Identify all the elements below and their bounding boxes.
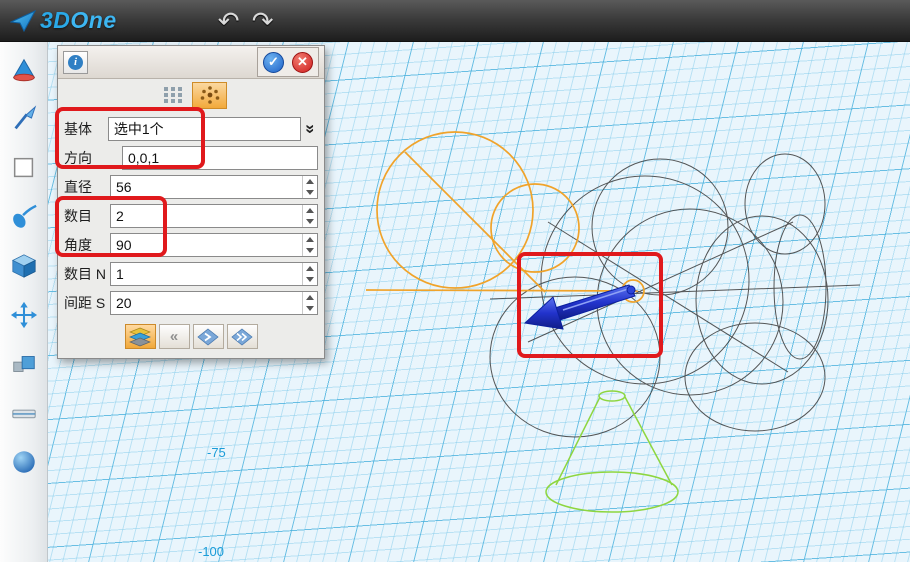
spacing-s-spinner[interactable] [302, 292, 317, 314]
dialog-header: i ✓ ✕ [58, 46, 324, 79]
diameter-spinner[interactable] [302, 176, 317, 198]
count-n-input[interactable] [111, 263, 302, 285]
top-bar: 3DOne ↶ ↷ [0, 0, 910, 42]
undo-icon[interactable]: ↶ [212, 4, 246, 38]
angle-spinner[interactable] [302, 234, 317, 256]
angle-field [110, 233, 318, 257]
curve-spoon-icon[interactable] [8, 201, 40, 233]
linear-pattern-icon [162, 85, 184, 105]
field-row-diameter: 直径 [64, 172, 318, 201]
count-input[interactable] [111, 205, 302, 227]
field-row-angle: 角度 [64, 230, 318, 259]
count-label: 数目 [64, 206, 110, 226]
move-tool-icon[interactable] [8, 299, 40, 331]
diamond-double-arrow-icon [231, 328, 253, 346]
double-chevron-left-icon: « [170, 328, 178, 345]
wire-orange-group [366, 132, 644, 302]
paint-brush-icon[interactable] [8, 103, 40, 135]
confirm-button-group: ✓ ✕ [257, 47, 319, 77]
field-row-count-n: 数目 N [64, 259, 318, 288]
base-input[interactable] [109, 118, 300, 140]
cancel-button[interactable]: ✕ [288, 49, 317, 75]
diameter-field [110, 175, 318, 199]
ok-button[interactable]: ✓ [259, 49, 288, 75]
check-icon: ✓ [263, 52, 284, 73]
dialog-form: 基体 » 方向 直径 数目 角度 [58, 111, 324, 319]
pattern-stack-button[interactable] [125, 324, 156, 349]
diameter-label: 直径 [64, 177, 110, 197]
field-row-spacing-s: 间距 S [64, 288, 318, 317]
count-n-spinner[interactable] [302, 263, 317, 285]
step-next-button[interactable] [193, 324, 224, 349]
pattern-type-tabs [58, 79, 324, 111]
dialog-footer-buttons: « [58, 319, 324, 358]
step-last-button[interactable] [227, 324, 258, 349]
spacing-s-field [110, 291, 318, 315]
direction-field [122, 146, 318, 170]
tab-circular-pattern[interactable] [192, 82, 227, 109]
pattern-dialog: i ✓ ✕ [57, 45, 325, 359]
field-row-count: 数目 [64, 201, 318, 230]
tab-linear-pattern[interactable] [155, 82, 190, 109]
feature-cube-icon[interactable] [8, 250, 40, 282]
angle-input[interactable] [111, 234, 302, 256]
solid-primitives-icon[interactable] [8, 54, 40, 86]
base-label: 基体 [64, 119, 108, 139]
material-sphere-icon[interactable] [8, 446, 40, 478]
diameter-input[interactable] [111, 176, 302, 198]
diamond-arrow-icon [197, 328, 219, 346]
count-n-label: 数目 N [64, 264, 110, 284]
app-title: 3DOne [40, 7, 117, 34]
circular-pattern-icon [199, 85, 221, 105]
wire-black-group [490, 154, 860, 437]
count-field [110, 204, 318, 228]
field-row-base: 基体 » [64, 114, 318, 143]
count-n-field [110, 262, 318, 286]
redo-icon[interactable]: ↷ [246, 4, 280, 38]
paper-plane-icon [10, 9, 36, 33]
assembly-blocks-icon[interactable] [8, 348, 40, 380]
close-icon: ✕ [292, 52, 313, 73]
wire-green-group [546, 391, 678, 512]
field-row-direction: 方向 [64, 143, 318, 172]
base-field [108, 117, 301, 141]
step-back-button[interactable]: « [159, 324, 190, 349]
direction-label: 方向 [64, 148, 122, 168]
sketch-plane-icon[interactable] [8, 152, 40, 184]
angle-label: 角度 [64, 235, 110, 255]
app-logo: 3DOne [10, 7, 117, 34]
spacing-s-label: 间距 S [64, 293, 110, 313]
expand-chevron-icon[interactable]: » [303, 117, 318, 141]
pattern-stack-icon [128, 327, 152, 347]
spacing-s-input[interactable] [111, 292, 302, 314]
direction-input[interactable] [123, 147, 317, 169]
tool-sidebar [0, 42, 48, 562]
count-spinner[interactable] [302, 205, 317, 227]
info-icon[interactable]: i [63, 51, 88, 74]
measure-bar-icon[interactable] [8, 397, 40, 429]
